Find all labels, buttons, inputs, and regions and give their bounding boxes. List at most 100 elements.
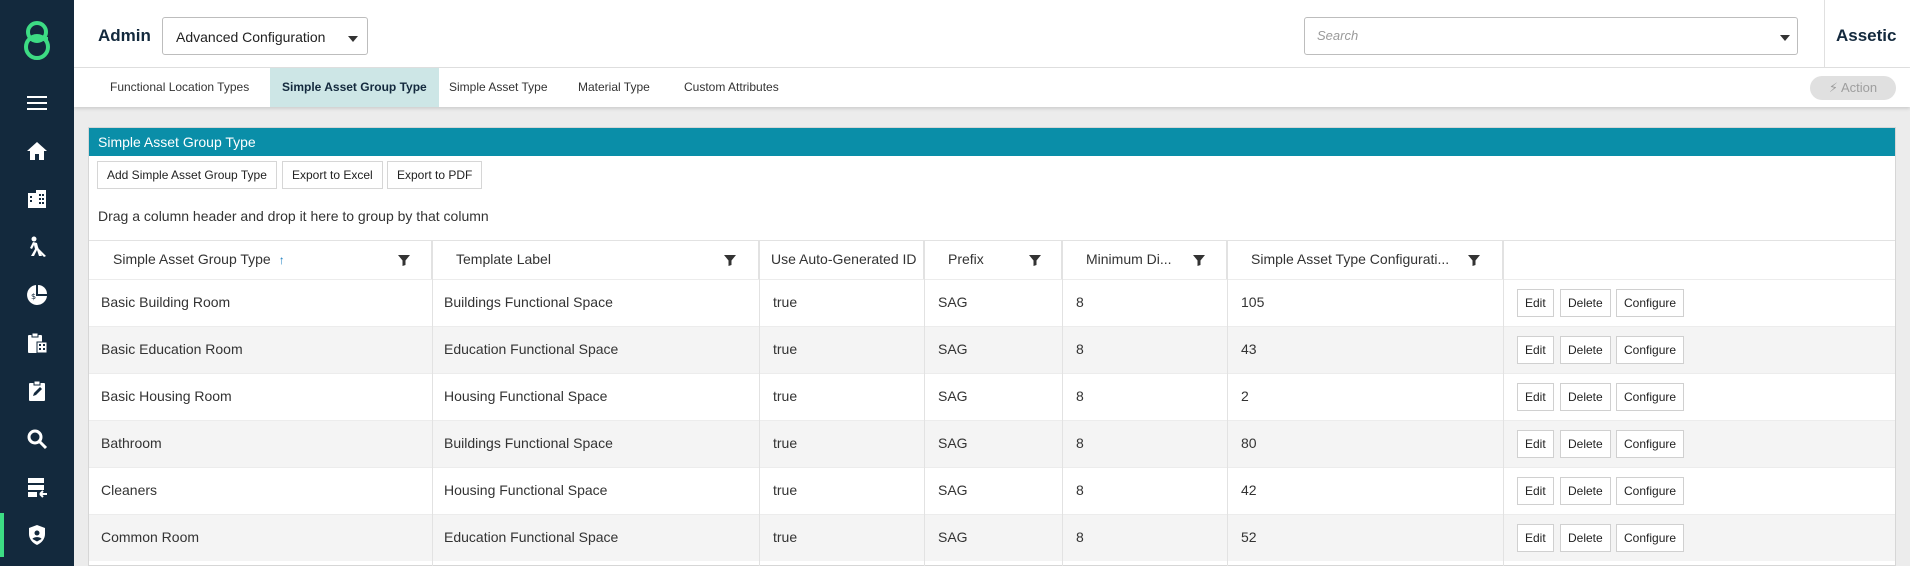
cell-prefix: SAG bbox=[938, 435, 968, 451]
table-row[interactable]: Cleaners Housing Functional Space true S… bbox=[89, 467, 1895, 514]
cell-prefix: SAG bbox=[938, 482, 968, 498]
tabs-bar: Functional Location Types Simple Asset G… bbox=[74, 68, 1910, 107]
tab-simple-asset-group-type[interactable]: Simple Asset Group Type bbox=[270, 68, 439, 107]
chevron-down-icon bbox=[1780, 35, 1790, 41]
cell-name: Common Room bbox=[101, 529, 200, 545]
column-header-prefix[interactable]: Prefix bbox=[924, 241, 1062, 279]
delete-button[interactable]: Delete bbox=[1560, 477, 1611, 505]
column-divider bbox=[1062, 241, 1063, 566]
section-title: Admin bbox=[98, 26, 151, 45]
delete-button[interactable]: Delete bbox=[1560, 430, 1611, 458]
export-pdf-button[interactable]: Export to PDF bbox=[387, 161, 483, 189]
tab-simple-asset-type[interactable]: Simple Asset Type bbox=[437, 68, 560, 107]
clipboard-calculator-icon bbox=[28, 332, 48, 354]
filter-icon[interactable] bbox=[723, 253, 737, 267]
edit-button[interactable]: Edit bbox=[1517, 289, 1554, 317]
cell-auto-id: true bbox=[773, 294, 798, 310]
configure-button[interactable]: Configure bbox=[1616, 289, 1685, 317]
panel-title: Simple Asset Group Type bbox=[89, 128, 1895, 156]
action-button[interactable]: ⚡ Action bbox=[1810, 76, 1896, 100]
group-by-drop-zone[interactable]: Drag a column header and drop it here to… bbox=[98, 208, 489, 224]
cell-min-digits: 8 bbox=[1076, 435, 1084, 451]
delete-button[interactable]: Delete bbox=[1560, 336, 1611, 364]
configure-button[interactable]: Configure bbox=[1616, 524, 1685, 552]
cell-auto-id: true bbox=[773, 341, 798, 357]
cell-name: Bathroom bbox=[101, 435, 162, 451]
cell-name: Cleaners bbox=[101, 482, 158, 498]
sidebar-menu-button[interactable] bbox=[0, 81, 74, 125]
menu-icon bbox=[27, 96, 47, 110]
configure-button[interactable]: Configure bbox=[1616, 383, 1685, 411]
edit-button[interactable]: Edit bbox=[1517, 430, 1554, 458]
add-simple-asset-group-type-button[interactable]: Add Simple Asset Group Type bbox=[97, 161, 277, 189]
delete-button[interactable]: Delete bbox=[1560, 383, 1611, 411]
delete-button[interactable]: Delete bbox=[1560, 289, 1611, 317]
search-input[interactable] bbox=[1317, 28, 1757, 43]
export-excel-button[interactable]: Export to Excel bbox=[282, 161, 383, 189]
assetic-logo-icon bbox=[24, 21, 50, 60]
configure-button[interactable]: Configure bbox=[1616, 477, 1685, 505]
cell-template: Buildings Functional Space bbox=[444, 294, 613, 310]
edit-button[interactable]: Edit bbox=[1517, 336, 1554, 364]
edit-button[interactable]: Edit bbox=[1517, 383, 1554, 411]
tab-custom-attributes[interactable]: Custom Attributes bbox=[672, 68, 791, 107]
cell-template: Housing Functional Space bbox=[444, 388, 608, 404]
table-row[interactable]: Basic Housing Room Housing Functional Sp… bbox=[89, 373, 1895, 420]
global-search[interactable] bbox=[1304, 17, 1798, 55]
cell-config: 2 bbox=[1241, 388, 1249, 404]
column-header-label: Prefix bbox=[948, 251, 984, 267]
filter-icon[interactable] bbox=[1467, 253, 1481, 267]
chevron-down-icon bbox=[348, 36, 358, 42]
sidebar-item-maintenance[interactable] bbox=[0, 225, 74, 269]
sidebar-item-planning[interactable] bbox=[0, 321, 74, 365]
cell-config: 52 bbox=[1241, 529, 1257, 545]
tab-functional-location-types[interactable]: Functional Location Types bbox=[98, 68, 261, 107]
table-row[interactable]: Bathroom Buildings Functional Space true… bbox=[89, 420, 1895, 467]
sidebar-item-buildings[interactable] bbox=[0, 177, 74, 221]
column-header-label: Template Label bbox=[456, 251, 551, 267]
lightning-icon: ⚡ bbox=[1828, 80, 1839, 95]
cell-min-digits: 8 bbox=[1076, 529, 1084, 545]
finance-chart-icon: $ bbox=[27, 285, 47, 305]
cell-auto-id: true bbox=[773, 435, 798, 451]
sidebar-item-search[interactable] bbox=[0, 417, 74, 461]
cell-min-digits: 8 bbox=[1076, 388, 1084, 404]
sidebar-item-work-orders[interactable] bbox=[0, 369, 74, 413]
home-icon bbox=[27, 142, 47, 160]
configure-button[interactable]: Configure bbox=[1616, 430, 1685, 458]
delete-button[interactable]: Delete bbox=[1560, 524, 1611, 552]
edit-button[interactable]: Edit bbox=[1517, 524, 1554, 552]
configure-button[interactable]: Configure bbox=[1616, 336, 1685, 364]
cell-name: Basic Building Room bbox=[101, 294, 231, 310]
cell-min-digits: 8 bbox=[1076, 482, 1084, 498]
sidebar-item-admin[interactable] bbox=[0, 513, 74, 557]
sidebar: $ bbox=[0, 0, 74, 566]
clipboard-edit-icon bbox=[29, 380, 45, 401]
column-header-use-auto-generated-id[interactable]: Use Auto-Generated ID bbox=[759, 241, 924, 279]
cell-config: 43 bbox=[1241, 341, 1257, 357]
column-header-simple-asset-type-configuration[interactable]: Simple Asset Type Configurati... bbox=[1227, 241, 1503, 279]
tab-material-type[interactable]: Material Type bbox=[566, 68, 662, 107]
column-header-simple-asset-group-type[interactable]: Simple Asset Group Type ↑ bbox=[89, 241, 432, 279]
sidebar-item-home[interactable] bbox=[0, 129, 74, 173]
shield-user-icon bbox=[29, 525, 45, 545]
table-row[interactable]: Basic Building Room Buildings Functional… bbox=[89, 279, 1895, 326]
column-header-template-label[interactable]: Template Label bbox=[432, 241, 759, 279]
column-header-minimum-digits[interactable]: Minimum Di... bbox=[1062, 241, 1227, 279]
cell-template: Housing Functional Space bbox=[444, 482, 608, 498]
cell-template: Education Functional Space bbox=[444, 341, 619, 357]
sidebar-item-data-exchange[interactable] bbox=[0, 465, 74, 509]
table-row[interactable]: Basic Education Room Education Functiona… bbox=[89, 326, 1895, 373]
cell-prefix: SAG bbox=[938, 529, 968, 545]
cell-template: Education Functional Space bbox=[444, 529, 619, 545]
table-row[interactable]: Common Room Education Functional Space t… bbox=[89, 514, 1895, 561]
configuration-select[interactable]: Advanced Configuration bbox=[162, 17, 368, 55]
filter-icon[interactable] bbox=[397, 253, 411, 267]
sidebar-item-finance[interactable]: $ bbox=[0, 273, 74, 317]
edit-button[interactable]: Edit bbox=[1517, 477, 1554, 505]
cell-name: Basic Housing Room bbox=[101, 388, 232, 404]
brand-name: Assetic bbox=[1836, 26, 1897, 45]
filter-icon[interactable] bbox=[1192, 253, 1206, 267]
filter-icon[interactable] bbox=[1028, 253, 1042, 267]
cell-config: 42 bbox=[1241, 482, 1257, 498]
